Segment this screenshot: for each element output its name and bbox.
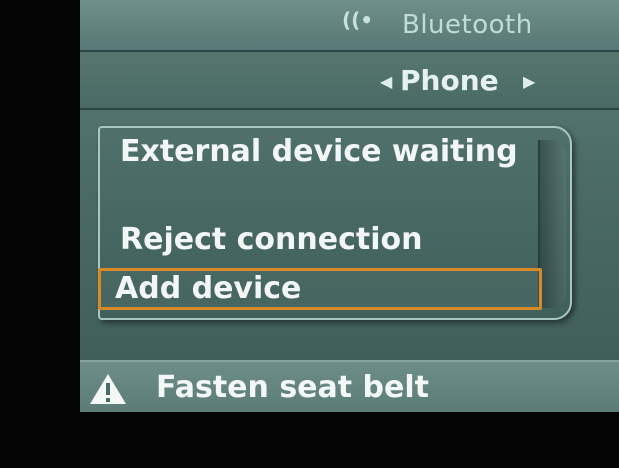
- dialog-scrollbar: [538, 140, 566, 308]
- add-device-option[interactable]: Add device: [98, 268, 542, 310]
- seat-belt-warning: Fasten seat belt: [156, 370, 430, 405]
- phone-menu-selector[interactable]: ◀ Phone ▶: [80, 52, 619, 110]
- bluetooth-icon: ((•: [342, 8, 374, 32]
- arrow-right-icon[interactable]: ▶: [523, 72, 535, 91]
- title-bar: ((• Bluetooth: [80, 0, 619, 52]
- dialog-message: External device waiting: [120, 134, 518, 169]
- reject-connection-option[interactable]: Reject connection: [120, 222, 422, 257]
- status-bar: Fasten seat belt: [80, 360, 619, 412]
- phone-menu-label: Phone: [400, 64, 499, 97]
- idrive-screen: ((• Bluetooth ◀ Phone ▶ his External dev…: [80, 0, 619, 412]
- warning-icon: [90, 374, 126, 404]
- connection-dialog: External device waiting Reject connectio…: [98, 126, 572, 320]
- bluetooth-title: Bluetooth: [402, 10, 533, 40]
- arrow-left-icon[interactable]: ◀: [380, 72, 392, 91]
